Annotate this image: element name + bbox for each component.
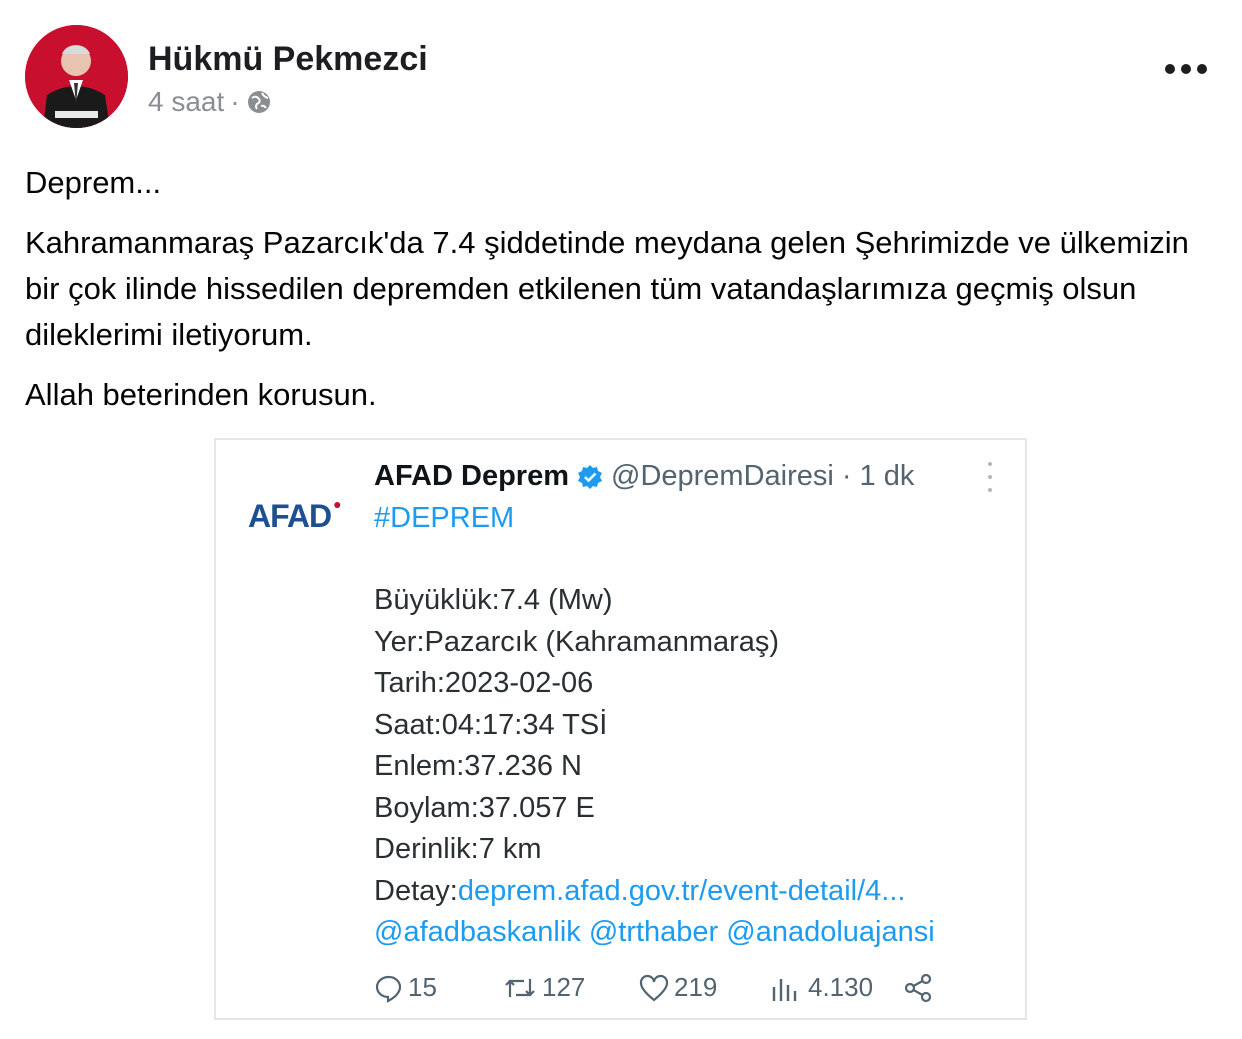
depth-line: Derinlik:7 km xyxy=(374,833,542,865)
post-paragraph: Kahramanmaraş Pazarcık'da 7.4 şiddetinde… xyxy=(25,225,1189,352)
longitude-line: Boylam:37.057 E xyxy=(374,791,595,824)
tweet-header: AFAD Deprem @DepremDairesi · 1 dk xyxy=(374,460,914,493)
afad-logo: AFAD ● xyxy=(248,496,342,534)
verified-badge-icon xyxy=(577,464,603,490)
tweet-details: Büyüklük:7.4 (Mw) Yer:Pazarcık (Kahraman… xyxy=(374,580,935,954)
detail-label: Detay: xyxy=(374,874,458,907)
magnitude-line: Büyüklük:7.4 (Mw) xyxy=(374,584,613,616)
reply-stat: 15 xyxy=(374,972,502,1003)
like-stat: 219 xyxy=(638,972,770,1003)
post-time[interactable]: 4 saat xyxy=(148,86,224,118)
tweet-handle: @DepremDairesi xyxy=(611,460,834,492)
post-paragraph: Allah beterinden korusun. xyxy=(25,377,377,412)
retweet-stat: 127 xyxy=(502,972,638,1003)
post-paragraph: Deprem... xyxy=(25,165,162,200)
globe-icon xyxy=(246,89,272,115)
author-name[interactable]: Hükmü Pekmezci xyxy=(148,40,428,79)
like-count: 219 xyxy=(674,972,718,1002)
detail-link: deprem.afad.gov.tr/event-detail/4... xyxy=(457,874,906,907)
views-chart-icon xyxy=(772,978,797,1001)
retweet-icon xyxy=(505,978,535,997)
meta-separator: · xyxy=(230,86,240,117)
views-stat: 4.130 xyxy=(770,972,902,1003)
tweet-actions: 15 127 219 4.130 xyxy=(374,972,934,1003)
tweet-time: · 1 dk xyxy=(841,460,915,492)
tweet-author-name: AFAD Deprem xyxy=(374,460,569,492)
place-line: Yer:Pazarcık (Kahramanmaraş) xyxy=(374,625,780,658)
reply-icon xyxy=(375,975,402,1003)
retweet-count: 127 xyxy=(542,972,586,1002)
share-icon xyxy=(904,973,932,1002)
more-options-button[interactable] xyxy=(1160,52,1212,86)
post-meta: 4 saat · xyxy=(148,86,272,118)
tweet-hashtag: #DEPREM xyxy=(374,502,515,534)
reply-count: 15 xyxy=(408,972,437,1002)
afad-logo-text: AFAD xyxy=(248,498,332,534)
detail-line: Detay:deprem.afad.gov.tr/event-detail/4.… xyxy=(374,871,935,913)
more-dots-icon xyxy=(1165,64,1207,74)
time-line: Saat:04:17:34 TSİ xyxy=(374,708,608,741)
latitude-line: Enlem:37.236 N xyxy=(374,750,582,782)
views-count: 4.130 xyxy=(808,972,874,1002)
embedded-tweet-image[interactable]: AFAD ● AFAD Deprem @DepremDairesi · 1 dk … xyxy=(214,438,1027,1020)
share-stat xyxy=(902,973,934,1003)
tweet-more-icon xyxy=(980,462,1000,492)
avatar-image xyxy=(25,25,128,128)
author-avatar[interactable] xyxy=(25,25,128,128)
mentions-line: @afadbaskanlik @trthaber @anadoluajansi xyxy=(374,916,935,948)
post-body: Deprem... Kahramanmaraş Pazarcık'da 7.4 … xyxy=(25,160,1225,432)
date-line: Tarih:2023-02-06 xyxy=(374,667,594,699)
heart-icon xyxy=(639,974,669,1001)
